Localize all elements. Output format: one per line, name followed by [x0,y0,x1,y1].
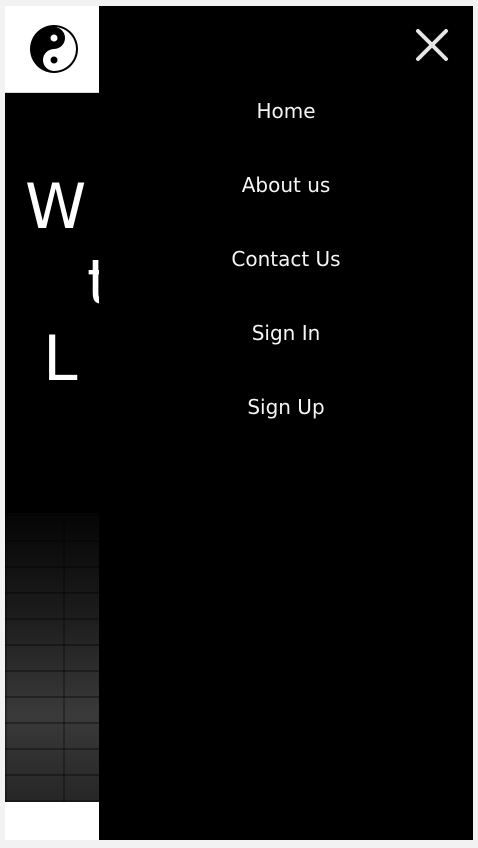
page-frame: W t L Home About us Contact Us Sign In [5,6,473,840]
menu-item-home: Home [99,90,473,164]
menu-link-sign-in[interactable]: Sign In [252,321,321,345]
menu-link-home[interactable]: Home [256,99,315,123]
close-menu-button[interactable] [407,20,457,70]
menu-item-about-us: About us [99,164,473,238]
menu-link-sign-up[interactable]: Sign Up [247,395,324,419]
hero-title-line-1: W [25,170,87,243]
menu-item-sign-in: Sign In [99,312,473,386]
menu-link-about-us[interactable]: About us [242,173,331,197]
menu-item-sign-up: Sign Up [99,386,473,460]
hero-title-line-3: L [43,322,78,395]
close-icon[interactable] [415,28,449,62]
menu-link-contact-us[interactable]: Contact Us [231,247,340,271]
side-navigation-menu: Home About us Contact Us Sign In Sign Up [99,6,473,840]
yin-yang-icon[interactable] [29,24,79,74]
menu-item-contact-us: Contact Us [99,238,473,312]
header-logo-area[interactable] [5,6,99,93]
menu-list: Home About us Contact Us Sign In Sign Up [99,90,473,460]
